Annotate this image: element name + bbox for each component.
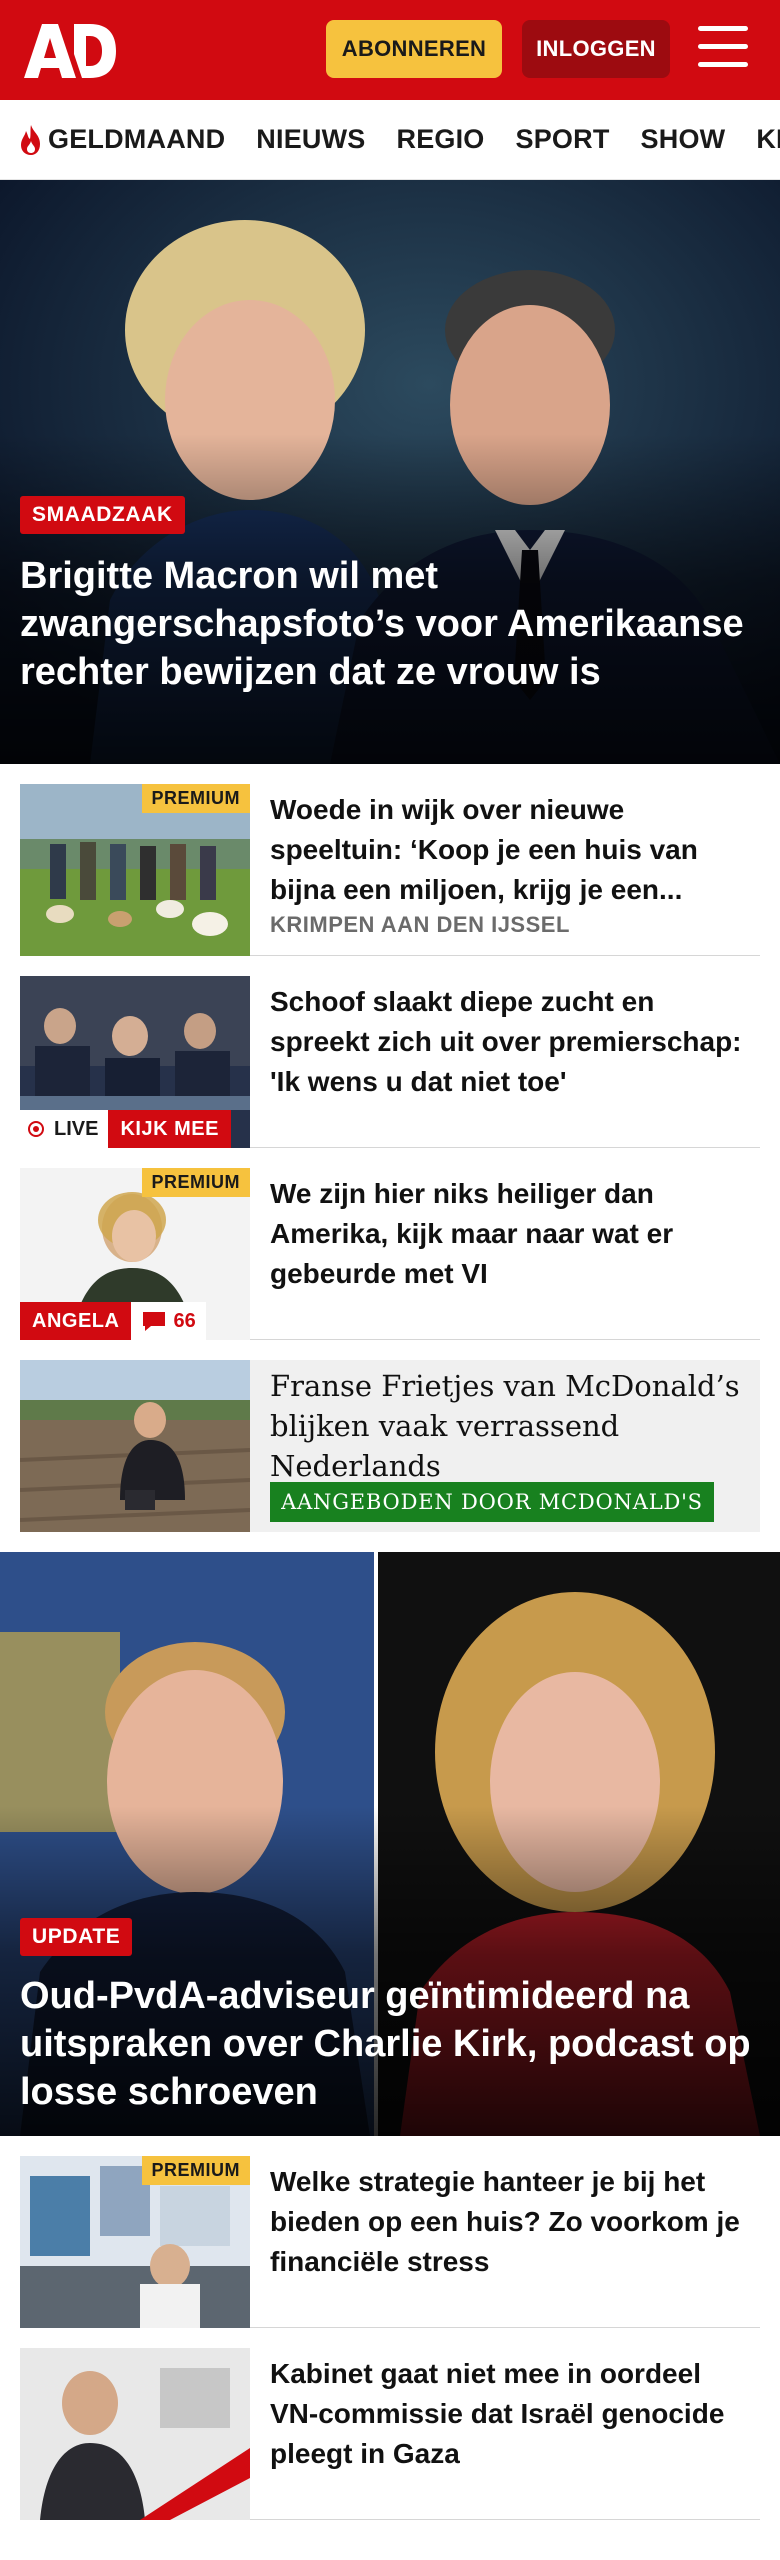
flame-icon xyxy=(21,124,40,155)
comment-icon xyxy=(143,1312,166,1331)
hero-article-macron[interactable]: SMAADZAAK Brigitte Macron wil met zwange… xyxy=(0,180,780,764)
article-thumbnail xyxy=(20,1360,250,1532)
hero-title[interactable]: Oud-PvdA-adviseur geïntimideerd na uitsp… xyxy=(20,1972,760,2116)
site-header: ABONNEREN INLOGGEN xyxy=(0,0,780,100)
premium-badge: PREMIUM xyxy=(141,2156,250,2185)
nav-item-sport[interactable]: SPORT xyxy=(516,124,610,155)
hamburger-menu-icon[interactable] xyxy=(698,26,752,72)
hero-category-label: UPDATE xyxy=(20,1918,133,1956)
nav-item-show[interactable]: SHOW xyxy=(641,124,726,155)
list-item[interactable]: PREMIUM ANGELA 66 We zijn hier niks heil… xyxy=(20,1168,760,1340)
live-indicator: LIVE xyxy=(20,1110,109,1148)
article-thumbnail: LIVE KIJK MEE xyxy=(20,976,250,1148)
section-nav: GELDMAAND NIEUWS REGIO SPORT SHOW KIJK xyxy=(0,100,780,180)
sponsor-label: AANGEBODEN DOOR MCDONALD'S xyxy=(270,1482,714,1522)
nav-item-kijk[interactable]: KIJK xyxy=(756,124,780,155)
hero-category-label: SMAADZAAK xyxy=(20,496,185,534)
comment-count-value: 66 xyxy=(173,1309,196,1332)
live-dot-icon xyxy=(28,1121,44,1137)
article-title[interactable]: Schoof slaakt diepe zucht en spreekt zic… xyxy=(270,982,750,1102)
author-badge[interactable]: ANGELA 66 xyxy=(20,1302,206,1340)
premium-badge: PREMIUM xyxy=(141,1168,250,1197)
article-thumbnail: PREMIUM ANGELA 66 xyxy=(20,1168,250,1340)
nav-label: GELDMAAND xyxy=(48,124,226,154)
nav-item-nieuws[interactable]: NIEUWS xyxy=(256,124,365,155)
article-thumbnail xyxy=(20,2348,250,2520)
hero-article-pvda[interactable]: UPDATE Oud-PvdA-adviseur geïntimideerd n… xyxy=(0,1552,780,2136)
nav-item-regio[interactable]: REGIO xyxy=(397,124,485,155)
article-title[interactable]: Welke strategie hanteer je bij het biede… xyxy=(270,2162,750,2282)
article-title[interactable]: We zijn hier niks heiliger dan Amerika, … xyxy=(270,1174,750,1294)
article-thumbnail: PREMIUM xyxy=(20,2156,250,2328)
nav-item-geldmaand[interactable]: GELDMAAND xyxy=(18,124,225,156)
live-badge[interactable]: LIVE KIJK MEE xyxy=(20,1110,231,1148)
article-title[interactable]: Kabinet gaat niet mee in oordeel VN-comm… xyxy=(270,2354,750,2474)
live-label: LIVE xyxy=(54,1117,99,1140)
sponsored-list-item[interactable]: Franse Frietjes van McDonald’s blijken v… xyxy=(20,1360,760,1532)
list-item[interactable]: PREMIUM Woede in wijk over nieuwe speelt… xyxy=(20,784,760,956)
ad-logo[interactable] xyxy=(24,24,116,78)
author-name: ANGELA xyxy=(20,1302,132,1340)
article-title[interactable]: Franse Frietjes van McDonald’s blijken v… xyxy=(270,1366,750,1486)
article-location: KRIMPEN AAN DEN IJSSEL xyxy=(270,912,570,937)
article-title[interactable]: Woede in wijk over nieuwe speeltuin: ‘Ko… xyxy=(270,790,750,910)
list-item[interactable]: LIVE KIJK MEE Schoof slaakt diepe zucht … xyxy=(20,976,760,1148)
article-thumbnail: PREMIUM xyxy=(20,784,250,956)
hero-title[interactable]: Brigitte Macron wil met zwangerschapsfot… xyxy=(20,552,760,696)
comment-count[interactable]: 66 xyxy=(131,1302,206,1340)
subscribe-button[interactable]: ABONNEREN xyxy=(326,20,502,78)
watch-label: KIJK MEE xyxy=(108,1110,231,1148)
ad-logo-icon xyxy=(24,24,116,78)
premium-badge: PREMIUM xyxy=(141,784,250,813)
thumbnail-photo xyxy=(20,2348,250,2520)
list-item[interactable]: Kabinet gaat niet mee in oordeel VN-comm… xyxy=(20,2348,760,2520)
list-item[interactable]: PREMIUM Welke strategie hanteer je bij h… xyxy=(20,2156,760,2328)
thumbnail-photo xyxy=(20,1360,250,1532)
login-button[interactable]: INLOGGEN xyxy=(522,20,670,78)
